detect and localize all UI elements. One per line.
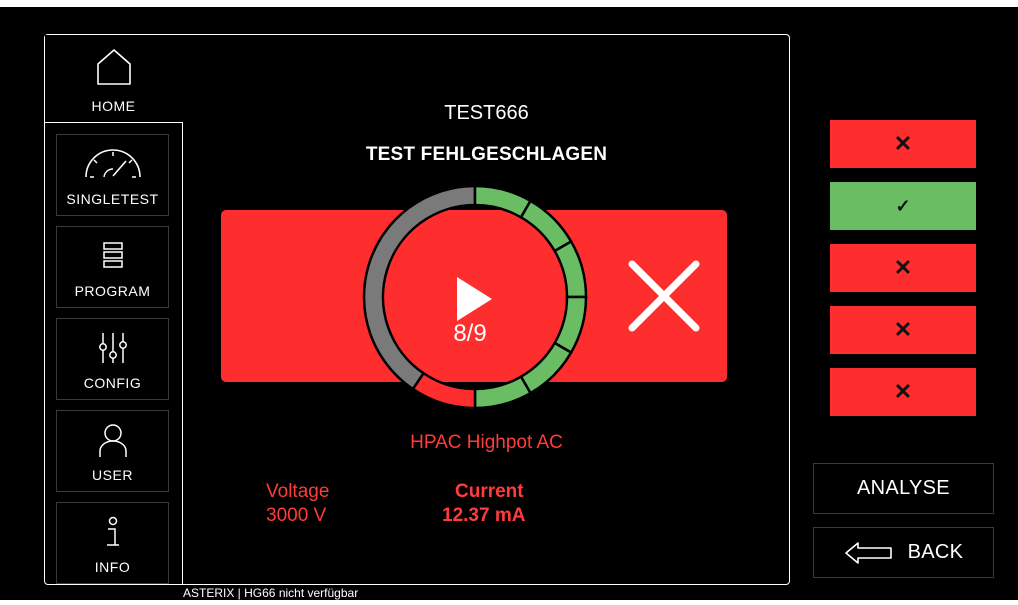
current-value: 12.37 mA: [442, 505, 526, 526]
nav-config[interactable]: CONFIG: [56, 318, 169, 400]
voltage-block: Voltage 3000 V: [266, 480, 329, 528]
analyse-button[interactable]: ANALYSE: [813, 463, 994, 514]
nav-home-label: HOME: [91, 98, 136, 114]
fail-icon: ✕: [893, 379, 913, 404]
fail-cross-icon: [628, 260, 700, 332]
status-message: ASTERIX | HG66 nicht verfügbar: [183, 586, 359, 600]
result-tile[interactable]: ✕: [830, 120, 976, 168]
nav-singletest[interactable]: SINGLETEST: [56, 134, 169, 216]
nav-info-label: INFO: [94, 559, 131, 575]
info-icon: [57, 511, 168, 553]
back-button-label: BACK: [907, 541, 964, 563]
current-label: Current: [455, 481, 524, 502]
bottom-edge: [0, 600, 1018, 605]
nav-config-label: CONFIG: [83, 375, 142, 391]
gauge-icon: [57, 143, 168, 183]
test-result-title: TEST FEHLGESCHLAGEN: [365, 144, 608, 165]
fail-icon: ✕: [893, 131, 913, 156]
result-tile[interactable]: ✕: [830, 306, 976, 354]
nav-program[interactable]: PROGRAM: [56, 226, 169, 308]
content-divider: [182, 122, 183, 585]
ring-segment: [519, 199, 573, 253]
ring-segment: [519, 341, 573, 395]
voltage-label: Voltage: [266, 481, 330, 502]
progress-count: 8/9: [453, 320, 487, 347]
top-edge: [0, 0, 1018, 7]
nav-user-label: USER: [92, 467, 133, 483]
ring-segment: [552, 295, 588, 355]
result-tile[interactable]: ✓: [830, 182, 976, 230]
analyse-button-label: ANALYSE: [857, 477, 950, 499]
back-button[interactable]: BACK: [813, 527, 994, 578]
result-tile[interactable]: ✕: [830, 244, 976, 292]
home-icon: [46, 44, 181, 88]
test-step-name: HPAC Highpot AC: [410, 432, 563, 453]
user-icon: [57, 419, 168, 459]
nav-program-label: PROGRAM: [74, 283, 151, 299]
sliders-icon: [57, 327, 168, 367]
check-icon: ✓: [895, 195, 911, 216]
nav-singletest-label: SINGLETEST: [66, 191, 159, 207]
result-tile[interactable]: ✕: [830, 368, 976, 416]
progress-ring: [362, 185, 588, 410]
fail-icon: ✕: [893, 255, 913, 280]
ring-segment: [473, 185, 533, 220]
ring-segment: [552, 239, 588, 299]
ring-segment: [411, 371, 477, 410]
current-block: Current 12.37 mA: [442, 480, 525, 528]
nav-user[interactable]: USER: [56, 410, 169, 492]
ring-segment: [473, 374, 533, 410]
nav-home[interactable]: HOME: [46, 36, 181, 122]
play-icon[interactable]: [457, 277, 492, 321]
voltage-value: 3000 V: [266, 505, 327, 526]
nav-info[interactable]: INFO: [56, 502, 169, 584]
program-name: TEST666: [444, 102, 529, 124]
back-arrow-icon: [844, 541, 892, 564]
list-icon: [57, 235, 168, 273]
fail-icon: ✕: [893, 317, 913, 342]
home-tab-divider: [45, 122, 183, 123]
